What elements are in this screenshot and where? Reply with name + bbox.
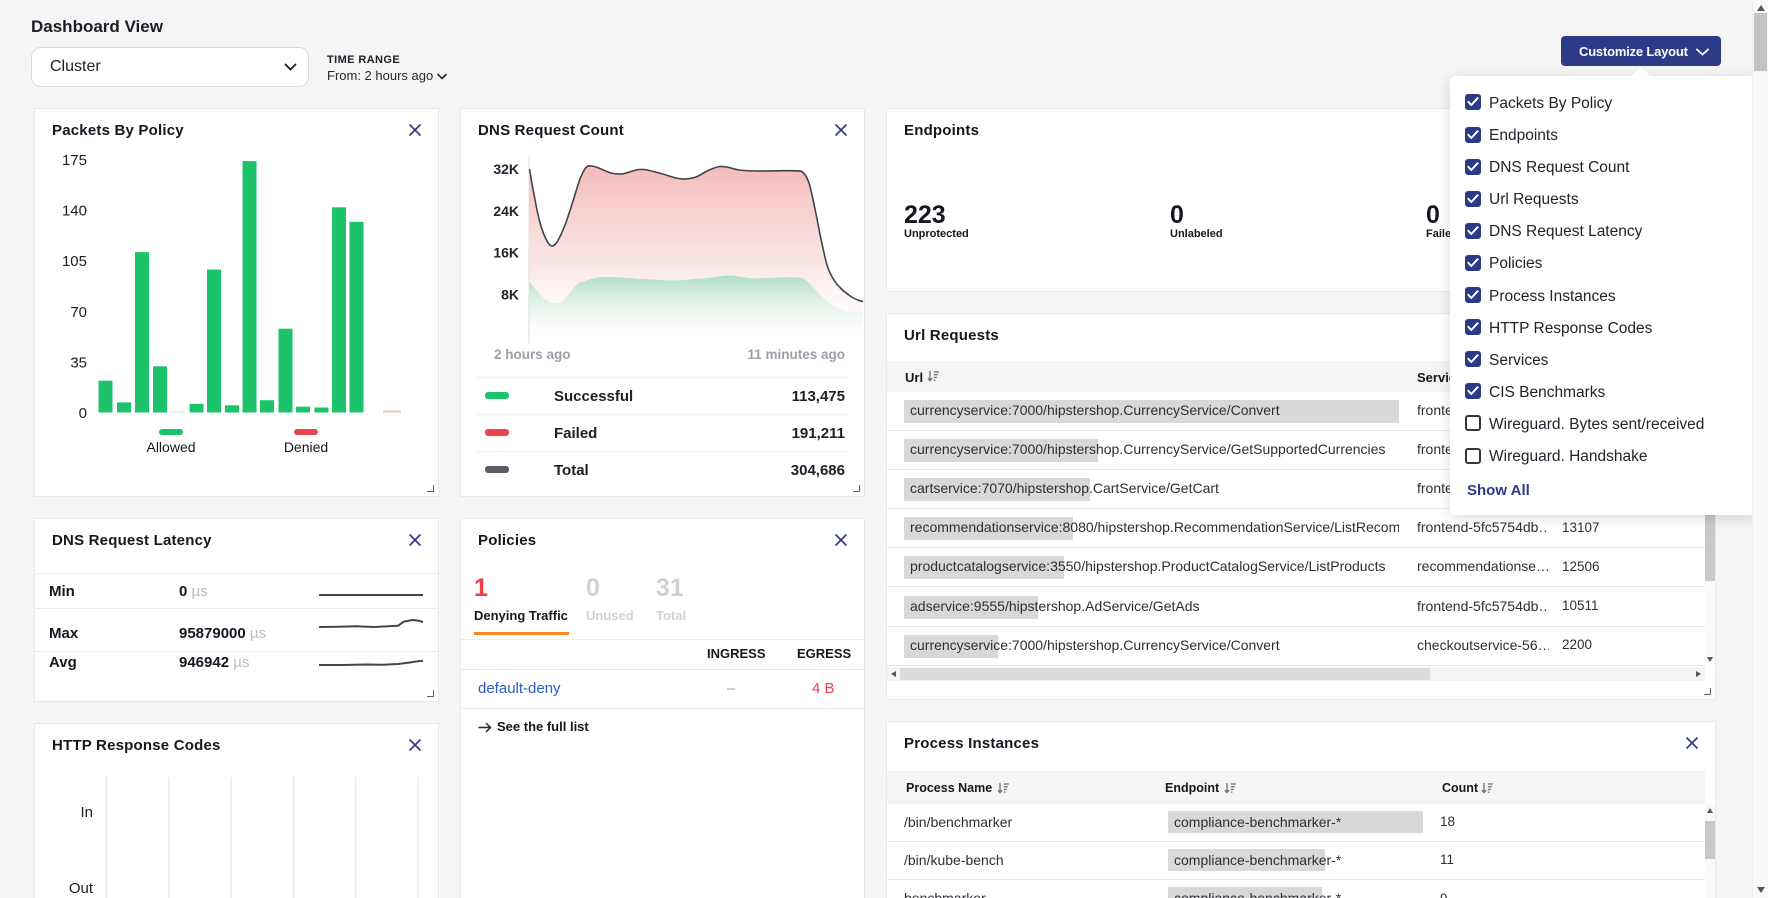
svg-text:0: 0 bbox=[79, 405, 87, 422]
svg-text:32K: 32K bbox=[493, 161, 519, 177]
svg-text:In: In bbox=[80, 804, 93, 821]
svg-text:Allowed: Allowed bbox=[146, 439, 195, 455]
svg-text:175: 175 bbox=[62, 152, 87, 169]
svg-text:8K: 8K bbox=[501, 286, 519, 302]
svg-text:Denied: Denied bbox=[284, 439, 328, 455]
svg-text:2 hours ago: 2 hours ago bbox=[494, 347, 571, 362]
svg-text:105: 105 bbox=[62, 253, 87, 270]
svg-text:24K: 24K bbox=[493, 203, 519, 219]
svg-text:35: 35 bbox=[70, 354, 87, 371]
svg-text:11 minutes ago: 11 minutes ago bbox=[747, 347, 845, 362]
svg-text:16K: 16K bbox=[493, 245, 519, 261]
svg-text:Out: Out bbox=[69, 880, 94, 897]
svg-text:70: 70 bbox=[70, 304, 87, 321]
svg-text:140: 140 bbox=[62, 203, 87, 220]
